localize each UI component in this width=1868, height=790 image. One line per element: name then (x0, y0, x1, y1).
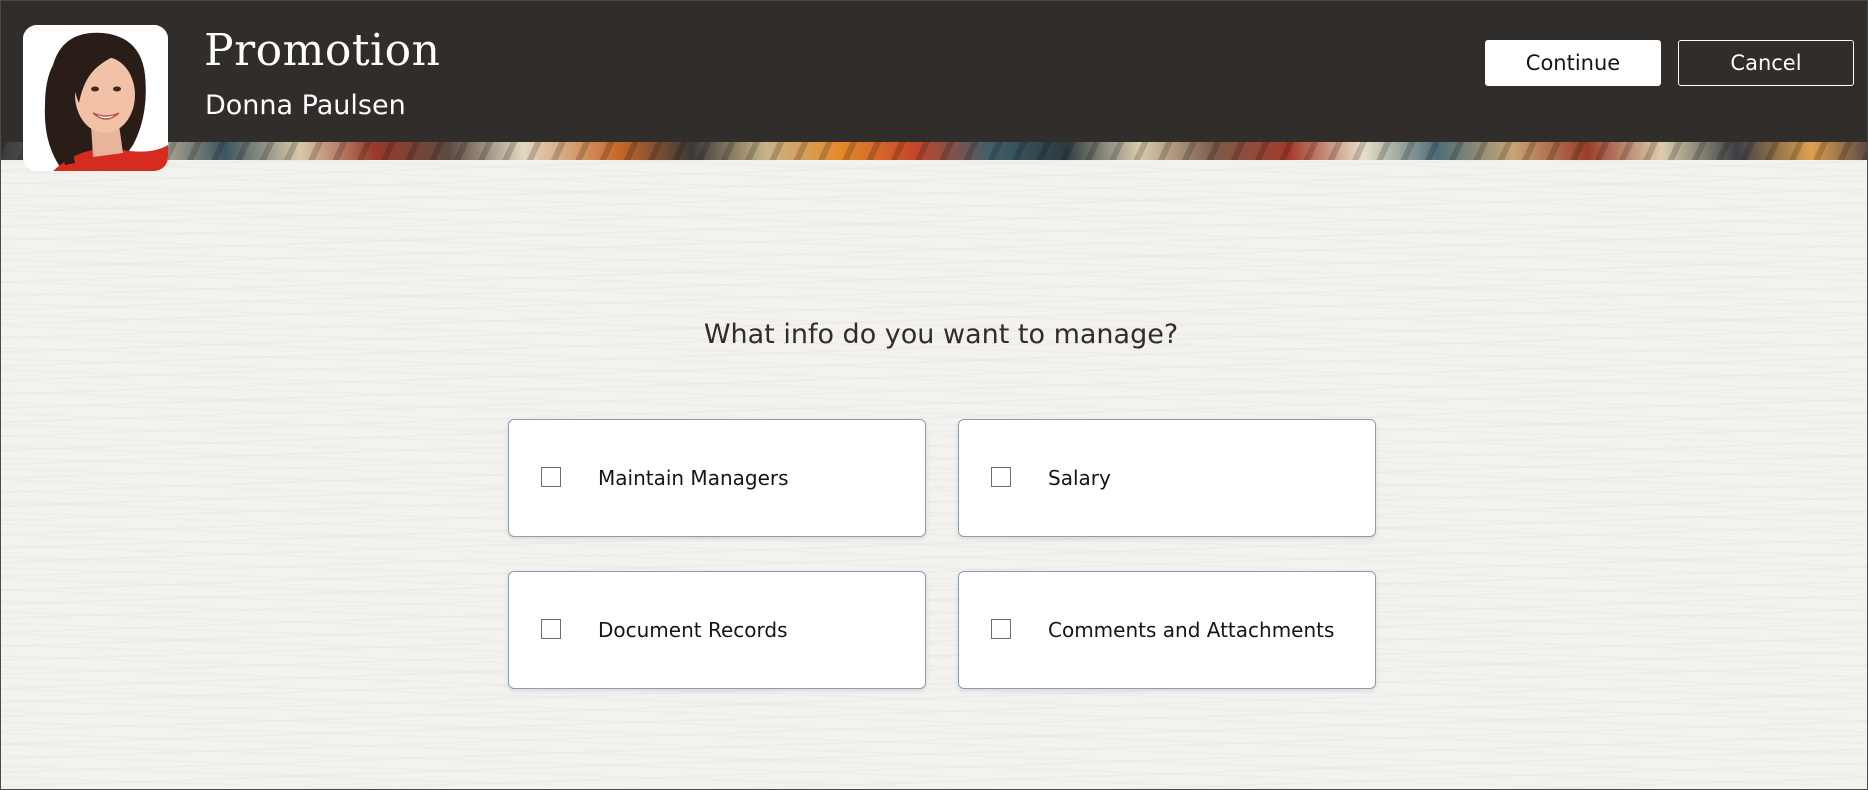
option-label: Salary (1048, 466, 1111, 490)
checkbox[interactable] (991, 467, 1011, 487)
cancel-button[interactable]: Cancel (1678, 40, 1854, 86)
question-heading: What info do you want to manage? (703, 319, 1179, 350)
avatar (23, 25, 168, 171)
page: Promotion Donna Paulsen Continue Cancel … (0, 0, 1868, 790)
option-card-comments-attachments[interactable]: Comments and Attachments (958, 571, 1376, 689)
page-title: Promotion (204, 25, 441, 76)
person-name: Donna Paulsen (205, 90, 406, 121)
checkbox[interactable] (991, 619, 1011, 639)
option-label: Maintain Managers (598, 466, 789, 490)
checkbox[interactable] (541, 467, 561, 487)
option-label: Document Records (598, 618, 788, 642)
option-card-maintain-managers[interactable]: Maintain Managers (508, 419, 926, 537)
person-photo-icon (23, 25, 168, 171)
option-card-salary[interactable]: Salary (958, 419, 1376, 537)
continue-button[interactable]: Continue (1485, 40, 1661, 86)
option-label: Comments and Attachments (1048, 618, 1335, 642)
checkbox[interactable] (541, 619, 561, 639)
decorative-banner (1, 142, 1867, 160)
continue-button-label: Continue (1525, 51, 1621, 75)
option-card-document-records[interactable]: Document Records (508, 571, 926, 689)
cancel-button-label: Cancel (1730, 51, 1802, 75)
